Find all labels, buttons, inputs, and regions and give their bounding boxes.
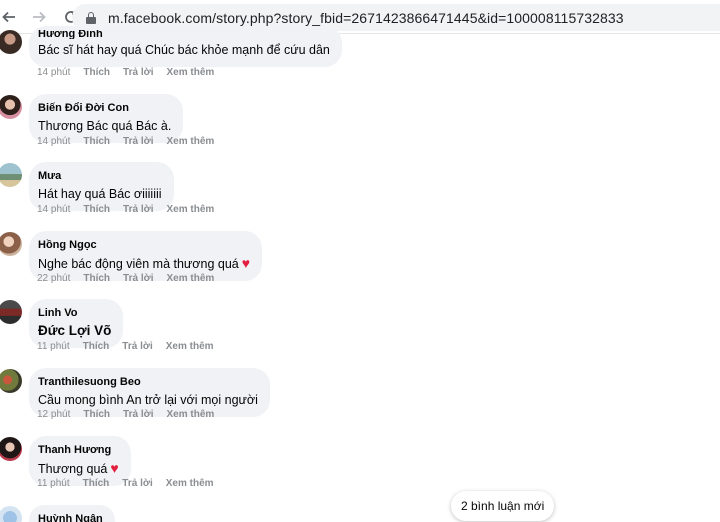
comment-author[interactable]: Tranthilesuong Beo	[38, 375, 258, 389]
comment-time[interactable]: 22 phút	[37, 273, 70, 284]
reply-button[interactable]: Trả lời	[123, 409, 153, 420]
comment-author[interactable]: Hương Đinh	[38, 30, 330, 39]
comment-bubble: Huỳnh Ngân	[29, 505, 115, 522]
forward-arrow-icon[interactable]	[28, 6, 50, 28]
new-comments-button[interactable]: 2 bình luận mới	[451, 491, 555, 521]
comment-text: Thương Bác quá Bác à.	[38, 119, 172, 133]
avatar[interactable]	[0, 300, 22, 324]
url-text[interactable]: m.facebook.com/story.php?story_fbid=2671…	[108, 10, 624, 26]
see-more-button[interactable]: Xem thêm	[167, 136, 215, 147]
comment-meta: 14 phút Thích Trả lời Xem thêm	[37, 136, 214, 147]
avatar[interactable]	[0, 506, 22, 522]
comment-text-content: Nghe bác động viên mà thương quá	[38, 257, 239, 271]
avatar[interactable]	[0, 369, 22, 393]
comment-time[interactable]: 12 phút	[37, 409, 70, 420]
reply-button[interactable]: Trả lời	[123, 67, 153, 78]
comment-author[interactable]: Mưa	[38, 169, 162, 183]
comment-time[interactable]: 14 phút	[37, 136, 70, 147]
like-button[interactable]: Thích	[83, 273, 110, 284]
comment-time[interactable]: 11 phút	[37, 478, 70, 489]
heart-emoji-icon: ♥	[241, 255, 251, 271]
avatar[interactable]	[0, 437, 22, 461]
like-button[interactable]: Thích	[83, 409, 110, 420]
comment-text: Nghe bác động viên mà thương quá ♥	[38, 254, 250, 273]
comment-time[interactable]: 14 phút	[37, 67, 70, 78]
comment-author[interactable]: Thanh Hương	[38, 443, 119, 457]
avatar[interactable]	[0, 95, 22, 119]
comment-author[interactable]: Huỳnh Ngân	[38, 512, 103, 522]
comment-meta: 14 phút Thích Trả lời Xem thêm	[37, 67, 214, 78]
comment-text: Hát hay quá Bác ơiiiiiii	[38, 187, 162, 201]
comment-text: Thương quá ♥	[38, 459, 119, 478]
comment-author[interactable]: Linh Vo	[38, 306, 111, 320]
comment-author[interactable]: Hồng Ngọc	[38, 238, 250, 252]
comment-meta: 12 phút Thích Trả lời Xem thêm	[37, 409, 214, 420]
see-more-button[interactable]: Xem thêm	[167, 273, 215, 284]
avatar[interactable]	[0, 163, 22, 187]
see-more-button[interactable]: Xem thêm	[166, 341, 214, 352]
see-more-button[interactable]: Xem thêm	[167, 204, 215, 215]
reply-button[interactable]: Trả lời	[123, 204, 153, 215]
comment-text: Cầu mong bình An trở lại với mọi người	[38, 393, 258, 407]
avatar[interactable]	[0, 232, 22, 256]
comment-text-content: Thương quá	[38, 462, 108, 476]
see-more-button[interactable]: Xem thêm	[167, 409, 215, 420]
like-button[interactable]: Thích	[83, 341, 110, 352]
comment-bubble: Hương Đinh Bác sĩ hát hay quá Chúc bác k…	[29, 26, 342, 67]
comment-meta: 11 phút Thích Trả lời Xem thêm	[37, 478, 214, 489]
like-button[interactable]: Thích	[83, 67, 110, 78]
like-button[interactable]: Thích	[83, 204, 110, 215]
like-button[interactable]: Thích	[83, 478, 110, 489]
reply-button[interactable]: Trả lời	[122, 341, 152, 352]
see-more-button[interactable]: Xem thêm	[166, 478, 214, 489]
comment-author[interactable]: Biến Đổi Đời Con	[38, 101, 171, 115]
comment-text[interactable]: Đức Lợi Võ	[38, 322, 111, 340]
comment-text: Bác sĩ hát hay quá Chúc bác khỏe mạnh để…	[38, 43, 330, 57]
reply-button[interactable]: Trả lời	[123, 273, 153, 284]
reply-button[interactable]: Trả lời	[123, 136, 153, 147]
comment-meta: 22 phút Thích Trả lời Xem thêm	[37, 273, 214, 284]
avatar[interactable]	[0, 30, 22, 54]
heart-emoji-icon: ♥	[110, 460, 119, 476]
back-arrow-icon[interactable]	[0, 6, 20, 28]
comment-meta: 14 phút Thích Trả lời Xem thêm	[37, 204, 214, 215]
see-more-button[interactable]: Xem thêm	[167, 67, 215, 78]
comment-time[interactable]: 11 phút	[37, 341, 70, 352]
comment-time[interactable]: 14 phút	[37, 204, 70, 215]
like-button[interactable]: Thích	[83, 136, 110, 147]
reply-button[interactable]: Trả lời	[122, 478, 152, 489]
comment-meta: 11 phút Thích Trả lời Xem thêm	[37, 341, 214, 352]
lock-icon	[86, 11, 96, 24]
